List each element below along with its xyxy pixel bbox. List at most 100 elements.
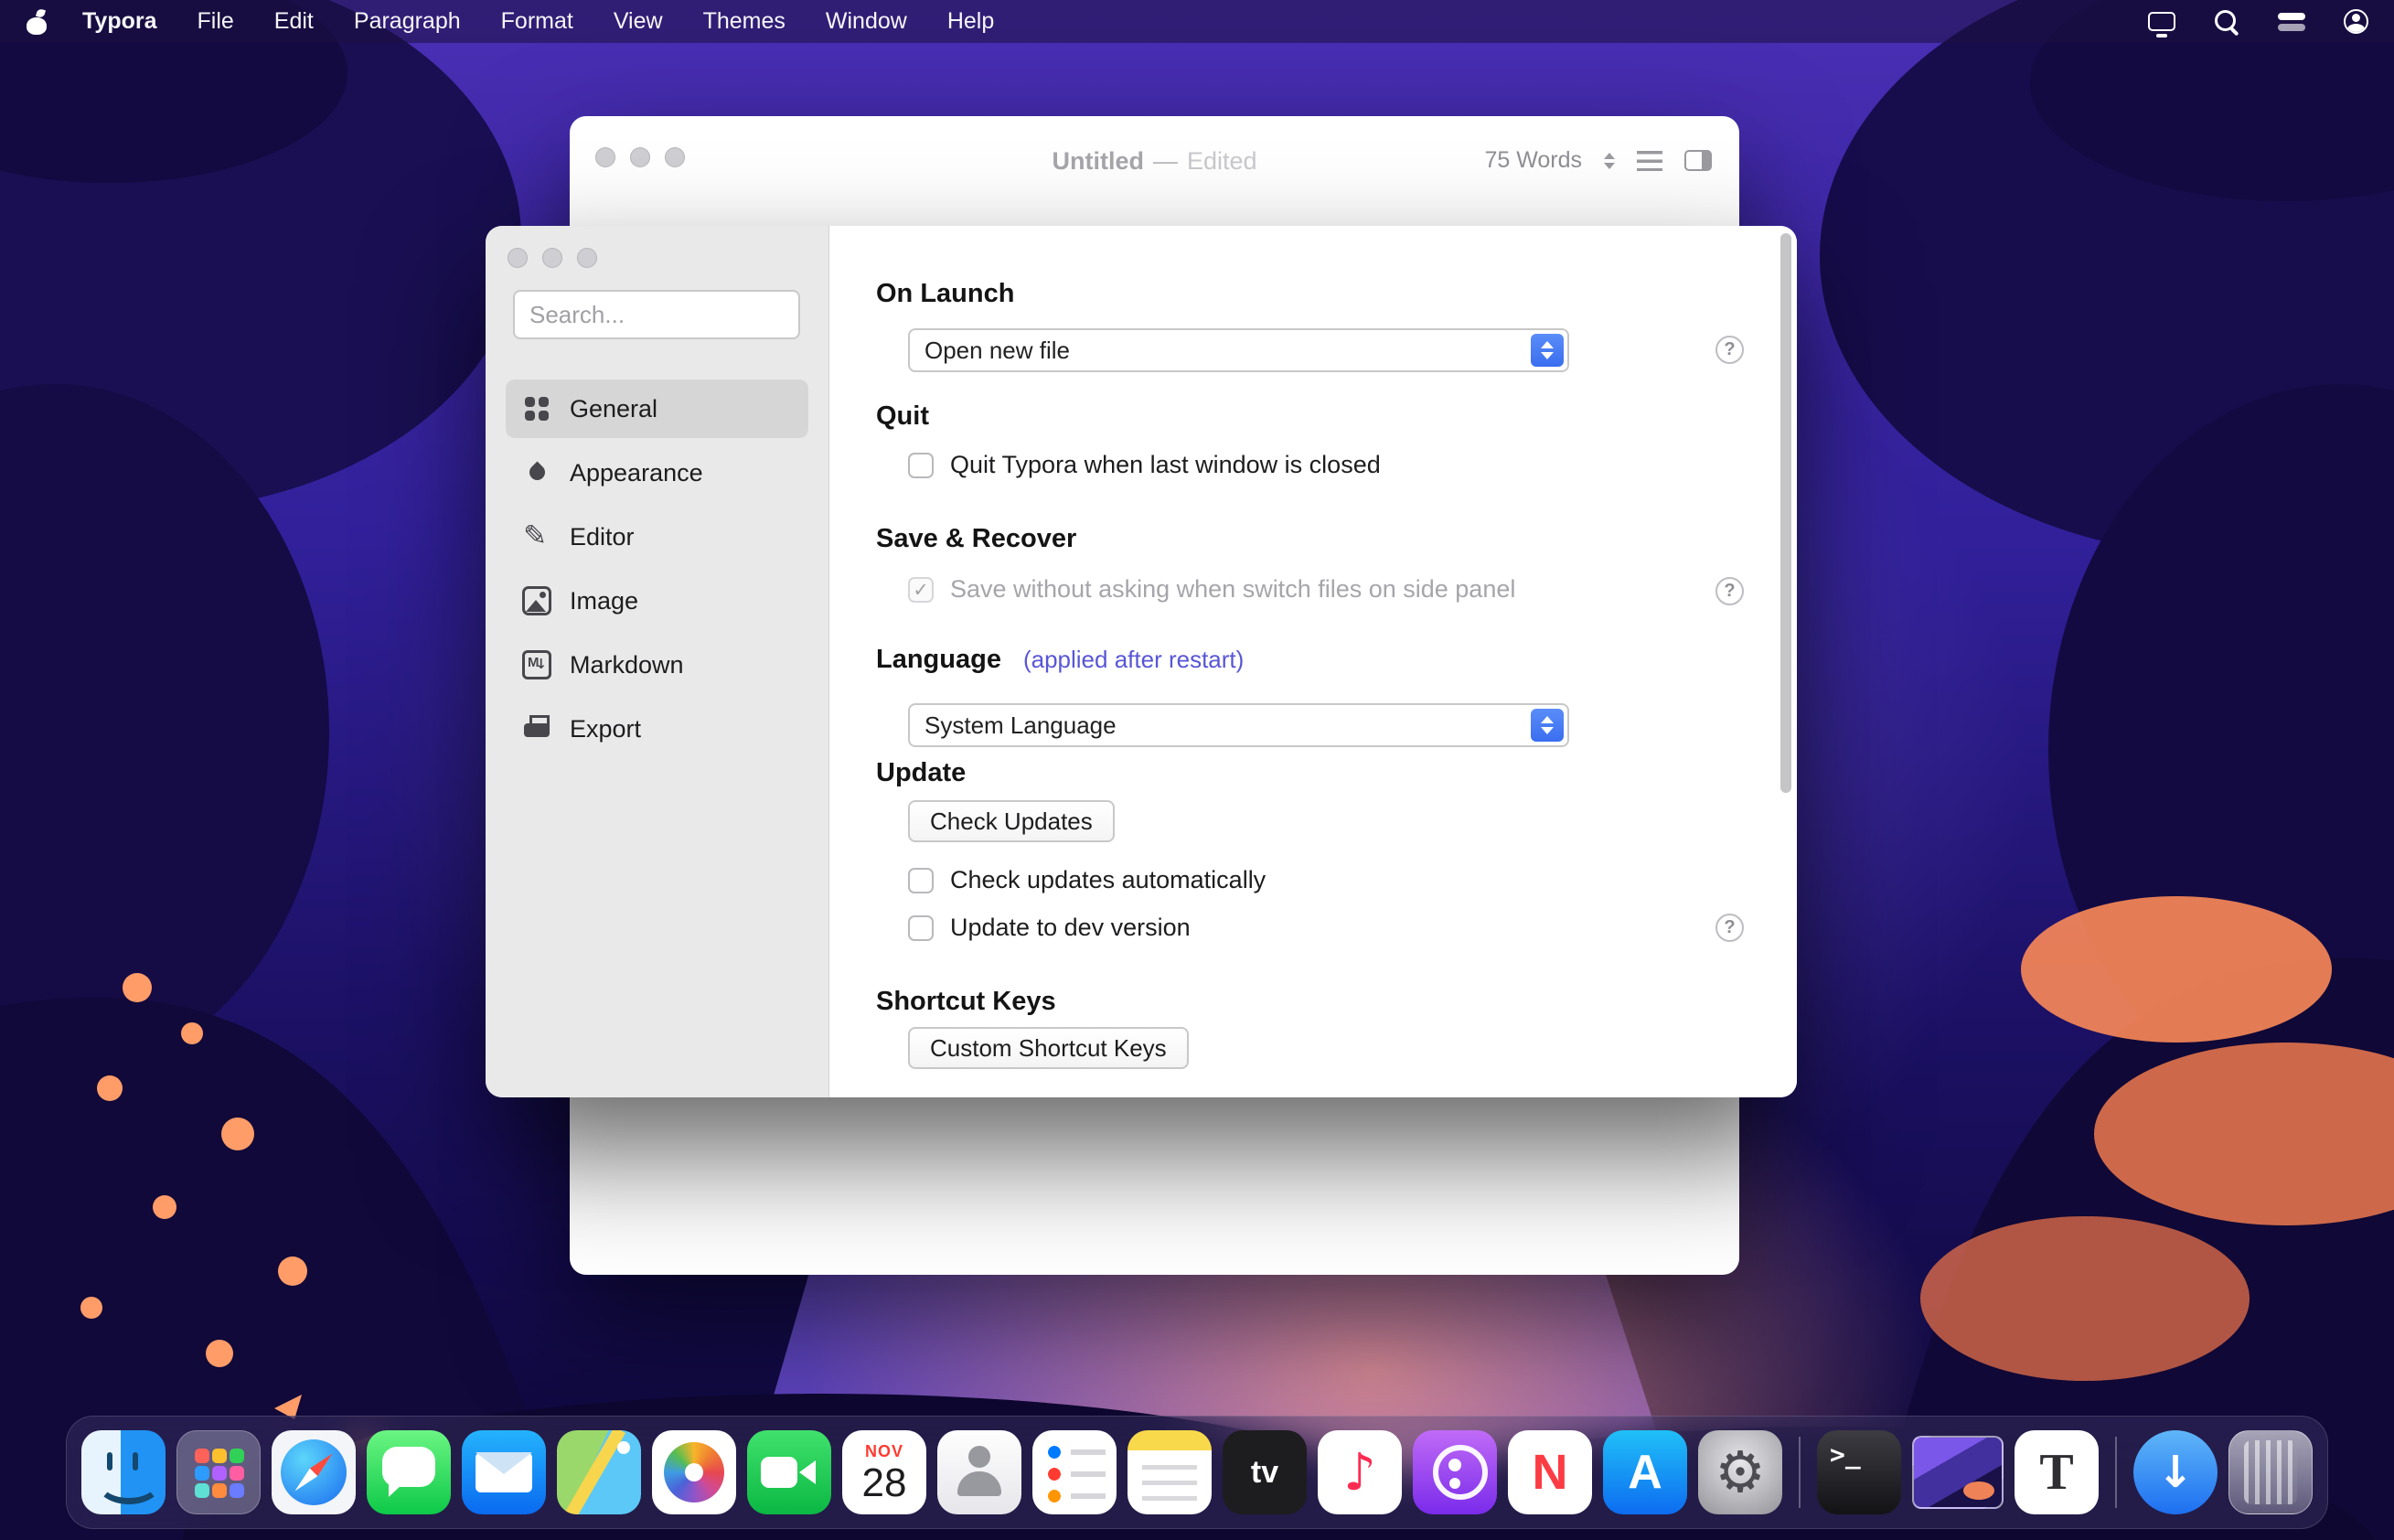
on-launch-select[interactable]: Open new file — [908, 328, 1569, 372]
menu-item-format[interactable]: Format — [481, 0, 593, 43]
dock-separator — [1799, 1437, 1801, 1508]
apple-logo[interactable] — [26, 9, 48, 35]
prefs-minimize-button[interactable] — [542, 248, 562, 268]
menu-item-file[interactable]: File — [177, 0, 254, 43]
calendar-day-label: 28 — [862, 1463, 907, 1503]
sidebar-item-export[interactable]: Export — [506, 700, 808, 758]
dock-item-trash[interactable] — [2228, 1430, 2313, 1514]
menu-item-window[interactable]: Window — [806, 0, 927, 43]
calendar-month-label: NOV — [865, 1442, 903, 1461]
sidebar-item-label: Markdown — [570, 651, 684, 679]
sidebar-item-image[interactable]: Image — [506, 572, 808, 630]
grid-icon — [522, 394, 551, 423]
on-launch-select-value: Open new file — [924, 337, 1070, 365]
menu-bar: Typora File Edit Paragraph Format View T… — [0, 0, 2394, 43]
dev-version-checkbox[interactable]: Update to dev version — [908, 914, 1191, 942]
title-dash: — — [1153, 147, 1178, 175]
dock-item-reminders[interactable] — [1032, 1430, 1117, 1514]
sidebar-item-markdown[interactable]: Markdown — [506, 636, 808, 694]
menu-item-help[interactable]: Help — [927, 0, 1014, 43]
update-heading: Update — [876, 758, 966, 788]
search-icon[interactable] — [2214, 9, 2239, 35]
quit-checkbox[interactable]: Quit Typora when last window is closed — [908, 451, 1381, 479]
preferences-window: General Appearance Editor Image Markdown… — [486, 226, 1797, 1097]
stepper-icon — [1531, 334, 1564, 367]
dock-item-downloads[interactable]: ↓ — [2133, 1430, 2218, 1514]
word-count-stepper-icon[interactable] — [1604, 153, 1615, 169]
language-select[interactable]: System Language — [908, 703, 1569, 747]
language-restart-note: (applied after restart) — [1023, 646, 1244, 674]
dock-item-screenshot-preview[interactable] — [1912, 1436, 2004, 1509]
custom-shortcut-keys-button[interactable]: Custom Shortcut Keys — [908, 1027, 1189, 1069]
sidebar-item-general[interactable]: General — [506, 380, 808, 438]
sidebar-item-label: Appearance — [570, 459, 703, 487]
markdown-icon — [522, 650, 551, 679]
dock-item-photos[interactable] — [652, 1430, 736, 1514]
dock-item-mail[interactable] — [462, 1430, 546, 1514]
sidebar-item-editor[interactable]: Editor — [506, 508, 808, 566]
menu-item-themes[interactable]: Themes — [683, 0, 806, 43]
printer-icon — [522, 714, 551, 743]
menu-item-edit[interactable]: Edit — [254, 0, 334, 43]
quit-heading: Quit — [876, 401, 929, 432]
dock-item-launchpad[interactable] — [176, 1430, 261, 1514]
menu-bar-left: Typora File Edit Paragraph Format View T… — [26, 0, 1014, 43]
dock-item-calendar[interactable]: NOV 28 — [842, 1430, 926, 1514]
outline-toggle-button[interactable] — [1637, 151, 1662, 171]
checkbox-checked-icon — [908, 577, 934, 603]
menu-item-view[interactable]: View — [593, 0, 683, 43]
dock-item-news[interactable]: N — [1508, 1430, 1592, 1514]
dock-item-maps[interactable] — [557, 1430, 641, 1514]
save-recover-heading: Save & Recover — [876, 524, 1076, 554]
language-select-value: System Language — [924, 711, 1117, 740]
control-center-icon[interactable] — [2278, 13, 2305, 31]
save-recover-help-button[interactable]: ? — [1715, 577, 1744, 605]
language-heading-text: Language — [876, 645, 1001, 675]
search-input[interactable] — [513, 290, 800, 339]
typora-logo-glyph: T — [2039, 1443, 2073, 1502]
save-without-asking-checkbox: Save without asking when switch files on… — [908, 575, 1515, 604]
dock-item-app-store[interactable]: A — [1603, 1430, 1687, 1514]
shortcut-keys-heading: Shortcut Keys — [876, 987, 1056, 1017]
dock-item-tv[interactable]: tv — [1223, 1430, 1307, 1514]
menu-bar-status-icons — [2148, 9, 2368, 35]
sidebar-item-appearance[interactable]: Appearance — [506, 444, 808, 502]
on-launch-help-button[interactable]: ? — [1715, 336, 1744, 364]
dev-version-help-button[interactable]: ? — [1715, 914, 1744, 942]
display-mirroring-icon[interactable] — [2148, 12, 2175, 31]
music-note-icon: ♪ — [1343, 1443, 1376, 1503]
dock-separator — [2115, 1437, 2117, 1508]
word-count: 75 Words — [1484, 147, 1582, 174]
dock-item-system-preferences[interactable]: ⚙ — [1698, 1430, 1782, 1514]
news-logo-glyph: N — [1533, 1444, 1568, 1501]
menu-item-paragraph[interactable]: Paragraph — [334, 0, 481, 43]
stepper-icon — [1531, 709, 1564, 742]
prefs-traffic-lights — [508, 248, 597, 268]
image-icon — [522, 586, 551, 615]
dock-item-notes[interactable] — [1128, 1430, 1212, 1514]
preferences-sidebar: General Appearance Editor Image Markdown… — [486, 226, 829, 1097]
preferences-scrollbar[interactable] — [1780, 233, 1791, 793]
gear-icon: ⚙ — [1715, 1444, 1766, 1501]
dock-item-facetime[interactable] — [747, 1430, 831, 1514]
prefs-close-button[interactable] — [508, 248, 528, 268]
menu-item-typora[interactable]: Typora — [62, 0, 177, 43]
dock-item-typora[interactable]: T — [2015, 1430, 2099, 1514]
dock-item-safari[interactable] — [272, 1430, 356, 1514]
auto-update-checkbox[interactable]: Check updates automatically — [908, 866, 1266, 894]
user-account-icon[interactable] — [2344, 9, 2368, 34]
sidebar-item-label: Editor — [570, 523, 635, 551]
dock-item-finder[interactable] — [81, 1430, 166, 1514]
checkbox-label: Update to dev version — [950, 914, 1191, 942]
dock-item-music[interactable]: ♪ — [1318, 1430, 1402, 1514]
checkbox-icon — [908, 868, 934, 893]
checkbox-label: Save without asking when switch files on… — [950, 575, 1515, 604]
sidebar-toggle-button[interactable] — [1684, 150, 1712, 171]
dock: NOV 28 tv ♪ N A ⚙ >_ T ↓ — [66, 1416, 2328, 1529]
dock-item-terminal[interactable]: >_ — [1817, 1430, 1901, 1514]
dock-item-contacts[interactable] — [937, 1430, 1021, 1514]
dock-item-podcasts[interactable] — [1413, 1430, 1497, 1514]
check-updates-button[interactable]: Check Updates — [908, 800, 1115, 842]
prefs-zoom-button[interactable] — [577, 248, 597, 268]
dock-item-messages[interactable] — [367, 1430, 451, 1514]
